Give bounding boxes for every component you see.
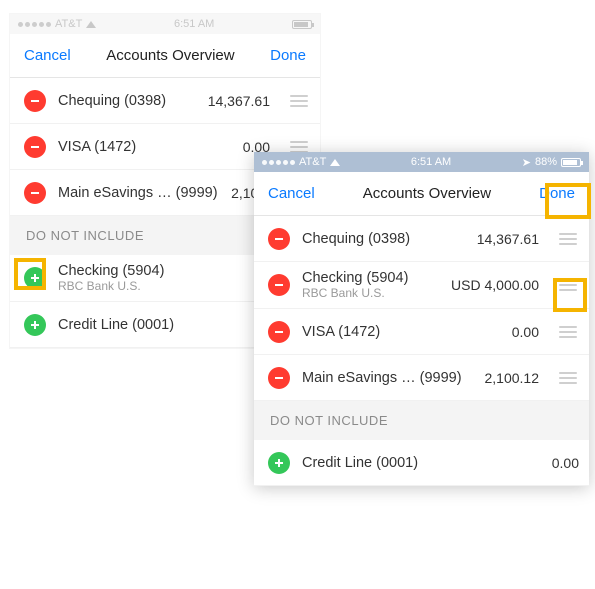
account-name: Checking (5904) (302, 270, 439, 286)
remove-icon[interactable] (268, 274, 290, 296)
done-button[interactable]: Done (539, 185, 575, 202)
account-name: Chequing (0398) (58, 93, 196, 109)
account-balance: 0.00 (552, 455, 579, 471)
add-icon[interactable] (24, 314, 46, 336)
carrier-label: AT&T (55, 18, 82, 30)
page-title: Accounts Overview (363, 185, 491, 202)
reorder-handle-icon[interactable] (557, 372, 579, 384)
account-name: Main eSavings … (9999) (302, 370, 473, 386)
account-name: Credit Line (0001) (302, 455, 540, 471)
nav-bar: Cancel Accounts Overview Done (10, 34, 320, 78)
battery-icon (561, 158, 581, 167)
cancel-button[interactable]: Cancel (268, 185, 315, 202)
account-row[interactable]: Checking (5904) RBC Bank U.S. USD 4,000.… (254, 262, 589, 309)
wifi-icon (86, 21, 96, 28)
page-title: Accounts Overview (106, 47, 234, 64)
account-name: VISA (1472) (302, 324, 500, 340)
carrier-label: AT&T (299, 156, 326, 168)
reorder-handle-icon[interactable] (288, 141, 310, 153)
section-header-exclude: DO NOT INCLUDE (254, 401, 589, 440)
account-balance: 14,367.61 (208, 93, 270, 109)
add-icon[interactable] (268, 452, 290, 474)
reorder-handle-icon[interactable] (557, 326, 579, 338)
account-subtitle: RBC Bank U.S. (302, 286, 439, 300)
wifi-icon (330, 159, 340, 166)
battery-pct-label: 88% (535, 156, 557, 168)
clock-label: 6:51 AM (411, 156, 451, 168)
account-balance: USD 4,000.00 (451, 277, 539, 293)
reorder-handle-icon[interactable] (557, 279, 579, 291)
location-icon: ➤ (522, 156, 531, 169)
account-row[interactable]: VISA (1472) 0.00 (254, 309, 589, 355)
account-row[interactable]: Chequing (0398) 14,367.61 (254, 216, 589, 262)
account-subtitle: RBC Bank U.S. (58, 279, 257, 293)
account-row[interactable]: Credit Line (0001) 0.00 (254, 440, 589, 486)
status-bar: AT&T 6:51 AM ➤ 88% (254, 152, 589, 172)
done-button[interactable]: Done (270, 47, 306, 64)
account-balance: 14,367.61 (477, 231, 539, 247)
signal-dots-icon (18, 22, 51, 27)
account-balance: 2,100.12 (485, 370, 540, 386)
account-name: Chequing (0398) (302, 231, 465, 247)
clock-label: 6:51 AM (174, 18, 214, 30)
remove-icon[interactable] (24, 136, 46, 158)
reorder-handle-icon[interactable] (557, 233, 579, 245)
phone-screenshot-after: AT&T 6:51 AM ➤ 88% Cancel Accounts Overv… (254, 152, 589, 486)
account-name: Checking (5904) (58, 263, 257, 279)
account-balance: 0.00 (512, 324, 539, 340)
status-bar: AT&T 6:51 AM (10, 14, 320, 34)
remove-icon[interactable] (268, 367, 290, 389)
account-row[interactable]: Main eSavings … (9999) 2,100.12 (254, 355, 589, 401)
add-icon[interactable] (24, 267, 46, 289)
account-row[interactable]: Chequing (0398) 14,367.61 (10, 78, 320, 124)
nav-bar: Cancel Accounts Overview Done (254, 172, 589, 216)
remove-icon[interactable] (268, 321, 290, 343)
battery-icon (292, 20, 312, 29)
remove-icon[interactable] (268, 228, 290, 250)
remove-icon[interactable] (24, 182, 46, 204)
account-name: VISA (1472) (58, 139, 231, 155)
remove-icon[interactable] (24, 90, 46, 112)
signal-dots-icon (262, 160, 295, 165)
account-name: Main eSavings … (9999) (58, 185, 219, 201)
reorder-handle-icon[interactable] (288, 95, 310, 107)
cancel-button[interactable]: Cancel (24, 47, 71, 64)
